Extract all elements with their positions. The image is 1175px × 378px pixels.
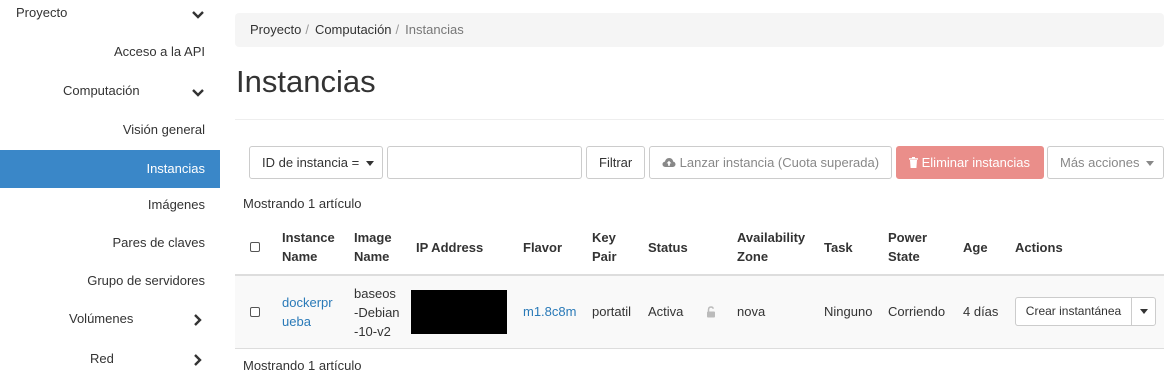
sidebar-item-label: Computación xyxy=(63,83,140,98)
select-all-checkbox[interactable] xyxy=(250,242,260,252)
caret-down-icon xyxy=(1139,309,1148,315)
sidebar-item-overview[interactable]: Visión general xyxy=(123,111,205,149)
sidebar-item-label: Instancias xyxy=(146,161,205,176)
create-snapshot-button[interactable]: Crear instantánea xyxy=(1015,297,1132,326)
sidebar-item-label: Pares de claves xyxy=(112,235,206,250)
filter-button[interactable]: Filtrar xyxy=(586,146,645,179)
filter-select-label: ID de instancia = xyxy=(262,155,360,170)
item-count-top: Mostrando 1 artículo xyxy=(243,196,362,211)
delete-instances-label: Eliminar instancias xyxy=(921,155,1030,170)
sidebar-item-network[interactable]: Red xyxy=(90,340,114,378)
caret-down-icon xyxy=(1146,161,1155,167)
sidebar-item-compute[interactable]: Computación xyxy=(63,72,140,110)
launch-instance-label: Lanzar instancia (Cuota superada) xyxy=(679,155,880,170)
cloud-upload-icon xyxy=(662,158,676,167)
sidebar-item-api-access[interactable]: Acceso a la API xyxy=(114,33,205,71)
flavor-link[interactable]: m1.8c8m xyxy=(523,302,576,321)
breadcrumb-separator: / xyxy=(395,22,400,37)
breadcrumb: Proyecto / Computación / Instancias xyxy=(235,13,1164,47)
breadcrumb-item-project[interactable]: Proyecto xyxy=(250,22,301,37)
column-header-power-state[interactable]: Power State xyxy=(888,228,927,266)
column-header-instance-name[interactable]: Instance Name xyxy=(282,228,335,266)
caret-down-icon xyxy=(365,161,374,167)
more-actions-button[interactable]: Más acciones xyxy=(1047,146,1164,179)
chevron-right-icon[interactable] xyxy=(190,352,206,368)
breadcrumb-item-compute[interactable]: Computación xyxy=(315,22,392,37)
column-header-age[interactable]: Age xyxy=(963,238,988,257)
lock-icon xyxy=(707,306,715,318)
breadcrumb-current: Instancias xyxy=(405,22,464,37)
key-pair-cell: portatil xyxy=(592,304,632,319)
sidebar-item-project[interactable]: Proyecto xyxy=(16,0,67,28)
sidebar-item-label: Proyecto xyxy=(16,5,68,20)
sidebar: Proyecto Acceso a la API Computación Vis… xyxy=(0,0,220,376)
age-cell: 4 días xyxy=(963,304,999,319)
chevron-down-icon[interactable] xyxy=(190,7,206,23)
item-count-bottom: Mostrando 1 artículo xyxy=(243,358,362,373)
column-header-key-pair[interactable]: Key Pair xyxy=(592,228,617,266)
column-header-status[interactable]: Status xyxy=(648,238,688,257)
launch-instance-button[interactable]: Lanzar instancia (Cuota superada) xyxy=(649,146,892,179)
delete-instances-button[interactable]: Eliminar instancias xyxy=(896,146,1044,179)
more-actions-label: Más acciones xyxy=(1060,155,1140,170)
sidebar-item-label: Acceso a la API xyxy=(113,44,205,59)
column-header-flavor[interactable]: Flavor xyxy=(523,238,562,257)
availability-zone-cell: nova xyxy=(737,304,766,319)
sidebar-item-label: Red xyxy=(90,351,114,366)
sidebar-item-volumes[interactable]: Volúmenes xyxy=(69,300,133,338)
sidebar-item-images[interactable]: Imágenes xyxy=(148,186,205,224)
sidebar-item-server-groups[interactable]: Grupo de servidores xyxy=(87,262,205,300)
row-actions-dropdown-toggle[interactable] xyxy=(1131,297,1156,326)
sidebar-item-label: Grupo de servidores xyxy=(87,273,205,288)
image-name-cell: baseos -Debian -10-v2 xyxy=(354,286,400,339)
filter-input[interactable] xyxy=(387,146,582,179)
task-cell: Ninguno xyxy=(824,304,873,319)
column-header-ip-address[interactable]: IP Address xyxy=(416,238,483,257)
instance-name-link[interactable]: dockerpr ueba xyxy=(282,293,333,331)
column-header-availability-zone[interactable]: Availability Zone xyxy=(737,228,805,266)
sidebar-item-key-pairs[interactable]: Pares de claves xyxy=(113,224,206,262)
filter-button-label: Filtrar xyxy=(599,155,633,170)
column-header-actions: Actions xyxy=(1015,240,1063,255)
trash-icon xyxy=(909,157,918,168)
ip-address-redacted xyxy=(411,290,507,334)
page-title: Instancias xyxy=(236,64,376,99)
table-row-divider xyxy=(235,348,1164,349)
column-header-task[interactable]: Task xyxy=(824,238,853,257)
divider xyxy=(235,119,1164,120)
sidebar-item-label: Volúmenes xyxy=(69,311,134,326)
status-cell: Activa xyxy=(648,304,684,319)
sidebar-item-label: Visión general xyxy=(122,122,205,137)
power-state-cell: Corriendo xyxy=(888,304,946,319)
breadcrumb-separator: / xyxy=(305,22,309,37)
row-checkbox[interactable] xyxy=(250,307,260,317)
column-header-image-name[interactable]: Image Name xyxy=(354,228,392,266)
sidebar-item-instances[interactable]: Instancias xyxy=(0,150,220,188)
filter-field-select[interactable]: ID de instancia = xyxy=(249,146,383,179)
sidebar-item-label: Imágenes xyxy=(147,197,205,212)
chevron-down-icon[interactable] xyxy=(190,85,206,101)
chevron-right-icon[interactable] xyxy=(190,312,206,328)
